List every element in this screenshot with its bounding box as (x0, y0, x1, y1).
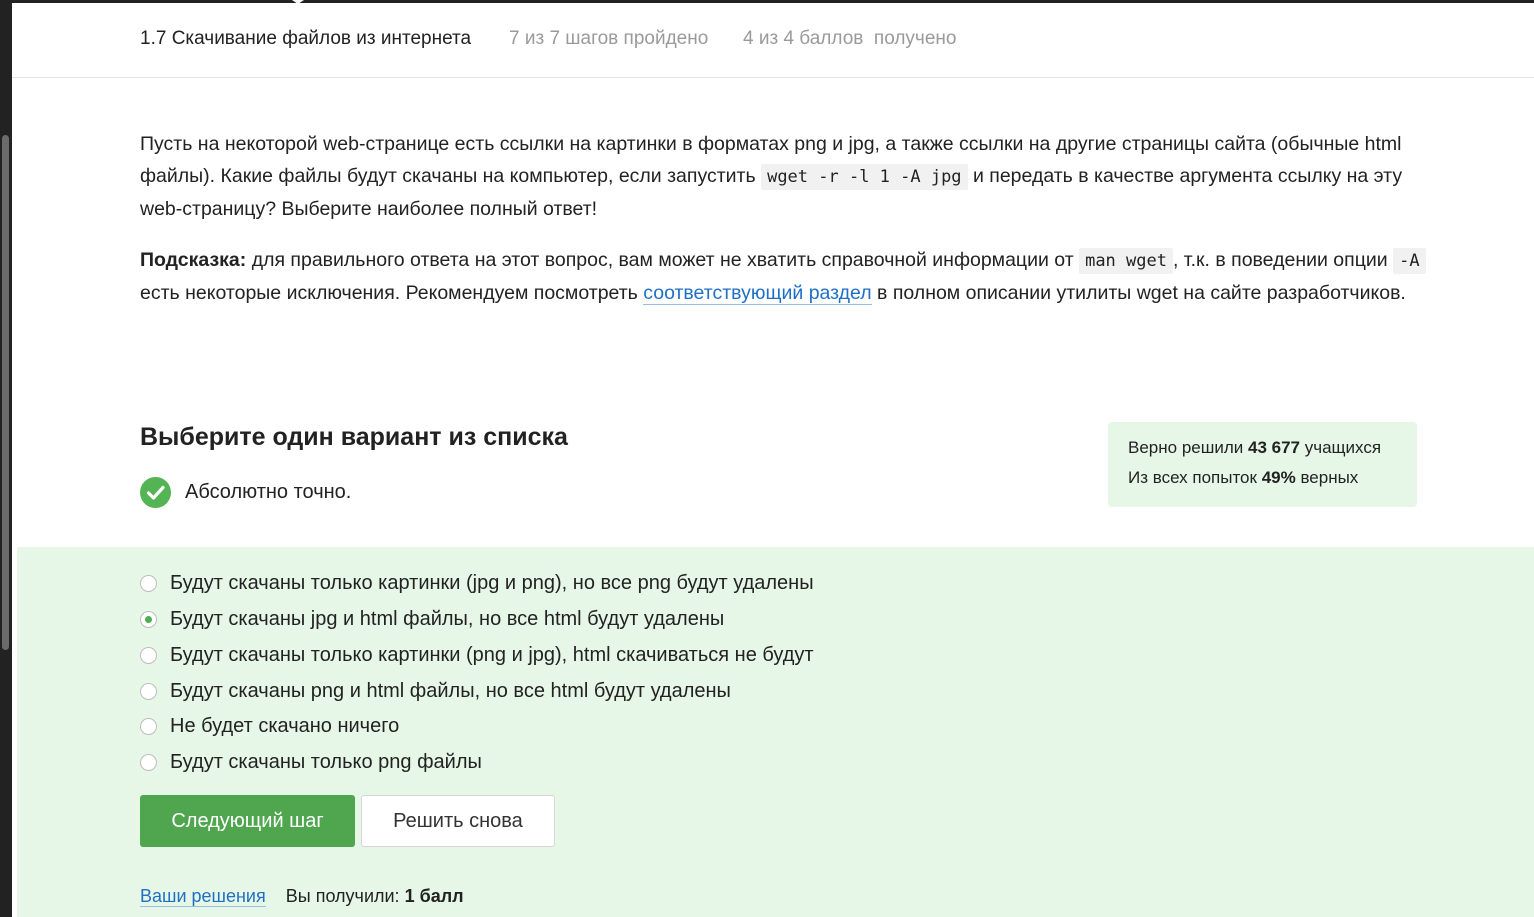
option-label: Будут скачаны png и html файлы, но все h… (170, 679, 731, 702)
code-wget-command: wget -r -l 1 -A jpg (761, 164, 968, 190)
stat-text: учащихся (1300, 438, 1382, 457)
scrollbar-thumb[interactable] (2, 135, 9, 650)
option-label: Будут скачаны только картинки (jpg и png… (170, 571, 814, 594)
next-step-button[interactable]: Следующий шаг (140, 795, 355, 847)
solve-stats-panel: Верно решили 43 677 учащихся Из всех поп… (1108, 422, 1417, 507)
radio-button[interactable] (140, 682, 157, 700)
answer-option[interactable]: Будут скачаны только png файлы (140, 750, 482, 774)
code-man-wget: man wget (1079, 248, 1173, 274)
lesson-header: 1.7 Скачивание файлов из интернета 7 из … (12, 3, 1534, 78)
window-edge (0, 0, 12, 917)
option-label: Будут скачаны только png файлы (170, 750, 482, 773)
received-label: Вы получили: (285, 886, 405, 906)
hint-text-part: есть некоторые исключения. Рекомендуем п… (140, 282, 644, 304)
radio-button[interactable] (140, 717, 157, 735)
stat-text: Верно решили (1128, 438, 1248, 457)
solve-again-button[interactable]: Решить снова (361, 795, 555, 847)
hint-paragraph: Подсказка: для правильного ответа на это… (140, 244, 1430, 309)
attempts-percent: 49% (1261, 468, 1296, 487)
docs-section-link[interactable]: соответствующий раздел (643, 282, 872, 305)
solved-count: 43 677 (1248, 438, 1300, 457)
option-label: Будут скачаны jpg и html файлы, но все h… (170, 607, 725, 630)
choice-section-title: Выберите один вариант из списка (140, 423, 568, 451)
hint-label: Подсказка: (140, 249, 247, 271)
answer-option[interactable]: Будут скачаны только картинки (jpg и png… (140, 571, 814, 595)
option-label: Будут скачаны только картинки (png и jpg… (170, 643, 814, 666)
question-paragraph: Пусть на некоторой web-странице есть ссы… (140, 128, 1430, 225)
steps-progress: 7 из 7 шагов пройдено (509, 28, 709, 49)
radio-button[interactable] (140, 574, 157, 592)
your-solutions-link[interactable]: Ваши решения (140, 886, 266, 907)
submission-footer: Ваши решения Вы получили: 1 балл (140, 886, 464, 907)
solved-stat: Верно решили 43 677 учащихся (1128, 438, 1381, 458)
answer-option[interactable]: Будут скачаны png и html файлы, но все h… (140, 679, 731, 703)
hint-text-part: в полном описании утилиты wget на сайте … (871, 282, 1406, 304)
stat-text: верных (1295, 468, 1359, 487)
radio-button-selected[interactable] (140, 610, 157, 628)
stat-text: Из всех попыток (1128, 468, 1262, 487)
question-text: Пусть на некоторой web-странице есть ссы… (140, 128, 1430, 328)
check-circle-icon (140, 476, 171, 508)
hint-text-part: для правильного ответа на этот вопрос, в… (246, 249, 1080, 271)
answer-options-panel: Будут скачаны только картинки (jpg и png… (17, 547, 1534, 917)
answer-option[interactable]: Будут скачаны только картинки (png и jpg… (140, 643, 814, 667)
answer-option[interactable]: Будут скачаны jpg и html файлы, но все h… (140, 607, 724, 631)
feedback-text: Абсолютно точно. (185, 480, 352, 503)
received-value: 1 балл (404, 886, 464, 906)
attempts-stat: Из всех попыток 49% верных (1128, 468, 1358, 488)
answer-option[interactable]: Не будет скачано ничего (140, 714, 399, 738)
code-option-a: -A (1393, 248, 1426, 274)
lesson-title: 1.7 Скачивание файлов из интернета (140, 28, 472, 49)
radio-button[interactable] (140, 646, 157, 664)
step-page: 1.7 Скачивание файлов из интернета 7 из … (12, 3, 1534, 917)
answer-feedback: Абсолютно точно. (140, 476, 351, 508)
points-progress: 4 из 4 баллов получено (743, 28, 957, 49)
radio-button[interactable] (140, 753, 157, 771)
hint-text-part: , т.к. в поведении опции (1172, 249, 1394, 271)
option-label: Не будет скачано ничего (170, 714, 400, 737)
